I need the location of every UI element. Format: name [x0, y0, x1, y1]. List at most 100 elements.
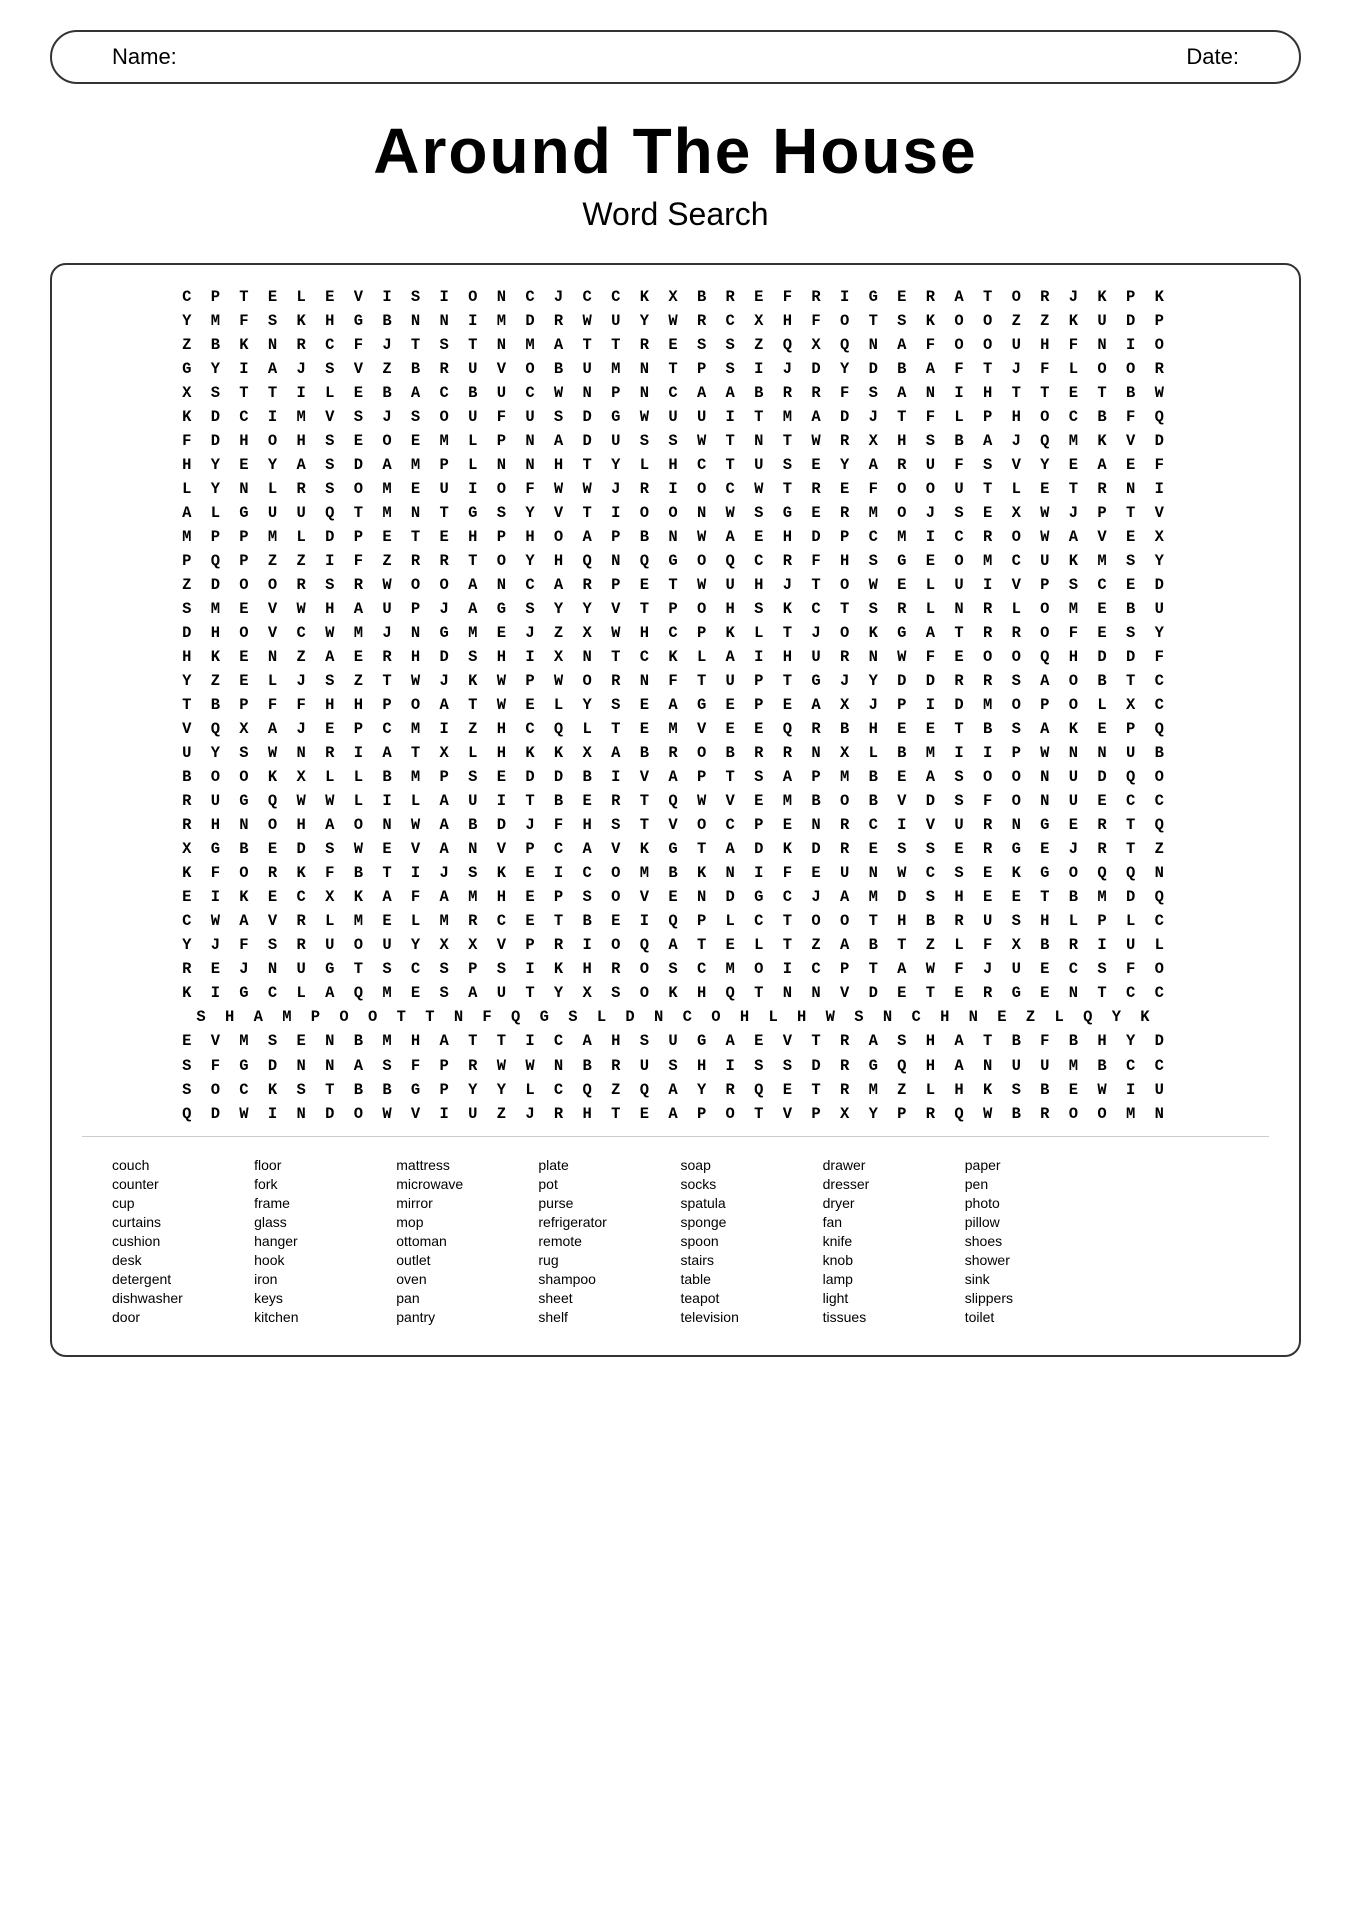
- word-item: teapot: [681, 1290, 813, 1306]
- word-item: plate: [538, 1157, 670, 1173]
- word-item: iron: [254, 1271, 386, 1287]
- word-column-0: couchcountercupcurtainscushiondeskdeterg…: [112, 1157, 244, 1325]
- grid-row: S F G D N N A S F P R W W N B R U S H I …: [82, 1054, 1269, 1078]
- grid-row: K F O R K F B T I J S K E I C O M B K N …: [82, 861, 1269, 885]
- grid-row: H K E N Z A E R H D S H I X N T C K L A …: [82, 645, 1269, 669]
- word-item: glass: [254, 1214, 386, 1230]
- word-item: desk: [112, 1252, 244, 1268]
- word-grid: C P T E L E V I S I O N C J C C K X B R …: [82, 285, 1269, 1126]
- word-item: table: [681, 1271, 813, 1287]
- date-label: Date:: [1186, 44, 1239, 70]
- word-item: socks: [681, 1176, 813, 1192]
- word-item: purse: [538, 1195, 670, 1211]
- word-item: shower: [965, 1252, 1097, 1268]
- grid-row: Z D O O R S R W O O A N C A R P E T W U …: [82, 573, 1269, 597]
- word-item: toilet: [965, 1309, 1097, 1325]
- grid-row: V Q X A J E P C M I Z H C Q L T E M V E …: [82, 717, 1269, 741]
- word-item: floor: [254, 1157, 386, 1173]
- grid-row: D H O V C W M J N G M E J Z X W H C P K …: [82, 621, 1269, 645]
- word-item: ottoman: [396, 1233, 528, 1249]
- word-item: keys: [254, 1290, 386, 1306]
- grid-row: R E J N U G T S C S P S I K H R O S C M …: [82, 957, 1269, 981]
- grid-row: U Y S W N R I A T X L H K K X A B R O B …: [82, 741, 1269, 765]
- word-item: pen: [965, 1176, 1097, 1192]
- word-column-3: plate pot purse refrigerator remote rug shampo…: [538, 1157, 670, 1325]
- name-label: Name:: [112, 44, 177, 70]
- word-item: mattress: [396, 1157, 528, 1173]
- grid-row: X S T T I L E B A C B U C W N P N C A A …: [82, 381, 1269, 405]
- word-item: soap: [681, 1157, 813, 1173]
- grid-row: X G B E D S W E V A N V P C A V K G T A …: [82, 837, 1269, 861]
- word-column-4: soap socks spatula sponge spoon stairs table te…: [681, 1157, 813, 1325]
- word-item: fan: [823, 1214, 955, 1230]
- word-item: slippers: [965, 1290, 1097, 1306]
- word-item: sponge: [681, 1214, 813, 1230]
- grid-row: Z B K N R C F J T S T N M A T T R E S S …: [82, 333, 1269, 357]
- word-list-section: couchcountercupcurtainscushiondeskdeterg…: [82, 1136, 1269, 1335]
- name-date-bar: Name: Date:: [50, 30, 1301, 84]
- word-item: photo: [965, 1195, 1097, 1211]
- word-item: kitchen: [254, 1309, 386, 1325]
- word-item: stairs: [681, 1252, 813, 1268]
- word-column-6: paperpenphotopillowshoesshowersinkslippe…: [965, 1157, 1097, 1325]
- word-item: detergent: [112, 1271, 244, 1287]
- word-item: dishwasher: [112, 1290, 244, 1306]
- word-item: pantry: [396, 1309, 528, 1325]
- word-item: curtains: [112, 1214, 244, 1230]
- word-item: paper: [965, 1157, 1097, 1173]
- word-item: oven: [396, 1271, 528, 1287]
- word-item: sink: [965, 1271, 1097, 1287]
- word-item: cup: [112, 1195, 244, 1211]
- grid-row: F D H O H S E O E M L P N A D U S S W T …: [82, 429, 1269, 453]
- grid-row: C P T E L E V I S I O N C J C C K X B R …: [82, 285, 1269, 309]
- word-item: television: [681, 1309, 813, 1325]
- grid-row: B O O K X L L B M P S E D D B I V A P T …: [82, 765, 1269, 789]
- word-item: spoon: [681, 1233, 813, 1249]
- word-item: pillow: [965, 1214, 1097, 1230]
- word-item: mop: [396, 1214, 528, 1230]
- word-column-5: drawerdresserdryerfanknifeknoblamplightt…: [823, 1157, 955, 1325]
- word-item: cushion: [112, 1233, 244, 1249]
- grid-row: K D C I M V S J S O U F U S D G W U U I …: [82, 405, 1269, 429]
- grid-row: M P P M L D P E T E H P H O A P B N W A …: [82, 525, 1269, 549]
- grid-row: Y M F S K H G B N N I M D R W U Y W R C …: [82, 309, 1269, 333]
- grid-row: G Y I A J S V Z B R U V O B U M N T P S …: [82, 357, 1269, 381]
- grid-row: P Q P Z Z I F Z R R T O Y H Q N Q G O Q …: [82, 549, 1269, 573]
- word-item: frame: [254, 1195, 386, 1211]
- word-item: tissues: [823, 1309, 955, 1325]
- word-column-2: mattressmicrowavemirrormopottomanoutleto…: [396, 1157, 528, 1325]
- word-item: knife: [823, 1233, 955, 1249]
- word-item: spatula: [681, 1195, 813, 1211]
- grid-row: Y J F S R U O U Y X X V P R I O Q A T E …: [82, 933, 1269, 957]
- word-item: sheet: [538, 1290, 670, 1306]
- word-list-grid: couchcountercupcurtainscushiondeskdeterg…: [112, 1157, 1239, 1325]
- grid-row: R H N O H A O N W A B D J F H S T V O C …: [82, 813, 1269, 837]
- word-item: rug: [538, 1252, 670, 1268]
- word-item: light: [823, 1290, 955, 1306]
- grid-row: R U G Q W W L I L A U I T B E R T Q W V …: [82, 789, 1269, 813]
- word-item: dryer: [823, 1195, 955, 1211]
- word-column-1: floor fork frame glass hanger hook iron keys kit…: [254, 1157, 386, 1325]
- word-item: shampoo: [538, 1271, 670, 1287]
- word-item: door: [112, 1309, 244, 1325]
- word-item: drawer: [823, 1157, 955, 1173]
- grid-row: S H A M P O O T T N F Q G S L D N C O H …: [82, 1005, 1269, 1029]
- word-item: pot: [538, 1176, 670, 1192]
- grid-row: S M E V W H A U P J A G S Y Y V T P O H …: [82, 597, 1269, 621]
- word-item: remote: [538, 1233, 670, 1249]
- grid-row: L Y N L R S O M E U I O F W W J R I O C …: [82, 477, 1269, 501]
- word-item: outlet: [396, 1252, 528, 1268]
- grid-row: A L G U U Q T M N T G S Y V T I O O N W …: [82, 501, 1269, 525]
- grid-row: S O C K S T B B G P Y Y L C Q Z Q A Y R …: [82, 1078, 1269, 1102]
- word-item: fork: [254, 1176, 386, 1192]
- grid-row: T B P F F H H P O A T W E L Y S E A G E …: [82, 693, 1269, 717]
- puzzle-container: C P T E L E V I S I O N C J C C K X B R …: [50, 263, 1301, 1357]
- grid-row: C W A V R L M E L M R C E T B E I Q P L …: [82, 909, 1269, 933]
- word-item: microwave: [396, 1176, 528, 1192]
- word-item: dresser: [823, 1176, 955, 1192]
- word-item: hook: [254, 1252, 386, 1268]
- word-item: hanger: [254, 1233, 386, 1249]
- word-item: pan: [396, 1290, 528, 1306]
- grid-row: Q D W I N D O W V I U Z J R H T E A P O …: [82, 1102, 1269, 1126]
- word-item: refrigerator: [538, 1214, 670, 1230]
